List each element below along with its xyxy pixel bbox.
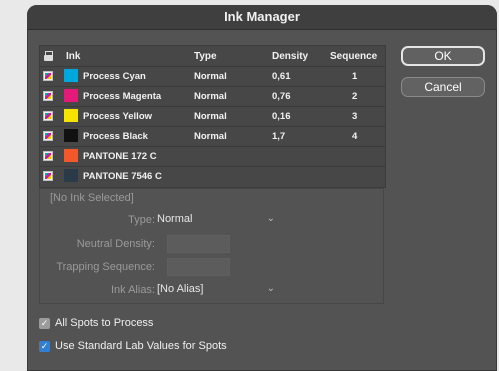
trapping-sequence-field[interactable]: [167, 258, 230, 276]
ink-name: Process Yellow: [83, 111, 153, 122]
process-ink-icon[interactable]: [43, 111, 53, 121]
ink-density: 0,76: [272, 91, 291, 102]
type-dropdown[interactable]: Normal ⌄: [157, 213, 279, 229]
ink-name: PANTONE 172 C: [83, 151, 157, 162]
ink-table-header: Ink Type Density Sequence: [40, 46, 385, 66]
ink-name: PANTONE 7546 C: [83, 171, 162, 182]
neutral-density-field[interactable]: [167, 235, 230, 253]
ink-properties-panel: [No Ink Selected] Type: Normal ⌄ Neutral…: [39, 188, 384, 304]
col-ink-header: Ink: [66, 51, 81, 62]
ink-swatch: [64, 89, 78, 102]
ink-density: 0,61: [272, 71, 291, 82]
type-dropdown-value: Normal: [157, 213, 193, 225]
lab-values-checkbox[interactable]: ✓: [39, 341, 50, 352]
all-spots-checkbox[interactable]: ✓: [39, 318, 50, 329]
process-ink-icon[interactable]: [43, 71, 53, 81]
trapping-sequence-label: Trapping Sequence:: [56, 261, 155, 273]
neutral-density-label: Neutral Density:: [76, 238, 155, 250]
ink-manager-dialog: Ink Manager Ink Type Density Sequence Pr…: [27, 5, 497, 371]
ok-button[interactable]: OK: [401, 46, 485, 66]
cancel-button[interactable]: Cancel: [401, 77, 485, 97]
ink-row-process-magenta[interactable]: Process Magenta Normal 0,76 2: [40, 86, 385, 106]
chevron-down-icon: ⌄: [266, 213, 275, 224]
ink-row-pantone-7546c[interactable]: PANTONE 7546 C: [40, 166, 385, 186]
ink-type: Normal: [194, 111, 227, 122]
ink-name: Process Cyan: [83, 71, 146, 82]
printer-icon: [44, 51, 53, 63]
ink-type: Normal: [194, 91, 227, 102]
ink-type: Normal: [194, 71, 227, 82]
col-density-header: Density: [272, 51, 309, 62]
ink-swatch: [64, 149, 78, 162]
dialog-title: Ink Manager: [27, 5, 497, 30]
col-sequence-header: Sequence: [330, 51, 378, 62]
ink-name: Process Magenta: [83, 91, 162, 102]
ink-sequence: 1: [352, 71, 358, 82]
ink-swatch: [64, 129, 78, 142]
ink-row-pantone-172c[interactable]: PANTONE 172 C: [40, 146, 385, 166]
ink-row-process-black[interactable]: Process Black Normal 1,7 4: [40, 126, 385, 146]
ink-row-process-yellow[interactable]: Process Yellow Normal 0,16 3: [40, 106, 385, 126]
spot-to-process-icon[interactable]: [43, 151, 53, 161]
ink-type: Normal: [194, 131, 227, 142]
lab-values-label: Use Standard Lab Values for Spots: [55, 340, 227, 352]
ink-density: 0,16: [272, 111, 291, 122]
ink-alias-dropdown[interactable]: [No Alias] ⌄: [157, 283, 279, 299]
ink-sequence: 2: [352, 91, 358, 102]
selected-ink-label: [No Ink Selected]: [50, 192, 134, 204]
chevron-down-icon: ⌄: [266, 283, 275, 294]
ink-sequence: 3: [352, 111, 358, 122]
ink-name: Process Black: [83, 131, 148, 142]
ink-sequence: 4: [352, 131, 358, 142]
col-type-header: Type: [194, 51, 217, 62]
ink-alias-label: Ink Alias:: [110, 284, 155, 296]
ink-row-process-cyan[interactable]: Process Cyan Normal 0,61 1: [40, 66, 385, 86]
ink-table: Ink Type Density Sequence Process Cyan N…: [39, 45, 386, 188]
spot-to-process-icon[interactable]: [43, 171, 53, 181]
ink-swatch: [64, 109, 78, 122]
process-ink-icon[interactable]: [43, 131, 53, 141]
all-spots-label: All Spots to Process: [55, 317, 154, 329]
ink-swatch: [64, 69, 78, 82]
ink-density: 1,7: [272, 131, 286, 142]
ink-alias-value: [No Alias]: [157, 283, 204, 295]
process-ink-icon[interactable]: [43, 91, 53, 101]
type-label: Type:: [128, 214, 155, 226]
ink-swatch: [64, 169, 78, 182]
